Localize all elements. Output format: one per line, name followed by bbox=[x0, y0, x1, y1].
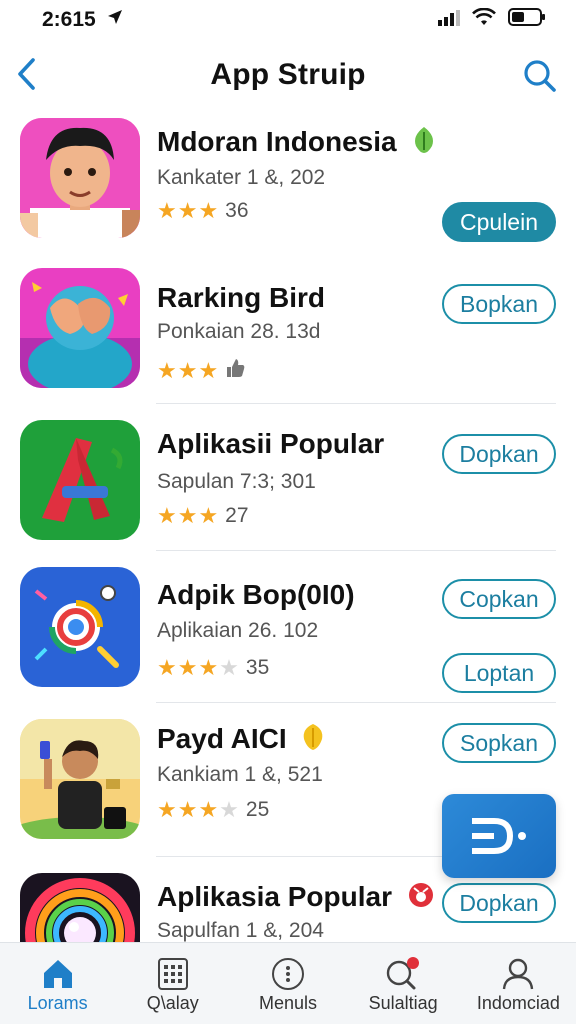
location-arrow-icon bbox=[106, 8, 124, 32]
rating-count: 36 bbox=[225, 199, 249, 222]
star-rating: ★★★ bbox=[157, 358, 220, 383]
app-name: Adpik Bop(0I0) bbox=[157, 579, 355, 610]
battery-icon bbox=[508, 7, 546, 33]
tab-profile[interactable]: Indomciad bbox=[461, 943, 576, 1024]
get-button[interactable]: Bopkan bbox=[442, 284, 556, 324]
star-rating: ★★★ bbox=[157, 503, 220, 528]
tab-menus[interactable]: Menuls bbox=[230, 943, 345, 1024]
search-icon bbox=[384, 955, 422, 993]
tab-label: Menuls bbox=[258, 993, 317, 1013]
signal-icon bbox=[438, 8, 460, 32]
app-name: Mdoran Indonesia bbox=[157, 126, 397, 157]
status-bar: 2:615 bbox=[0, 0, 576, 40]
app-icon-lens bbox=[20, 873, 140, 942]
rating-count: 27 bbox=[225, 504, 249, 527]
home-icon bbox=[41, 955, 75, 993]
app-meta: Kankiam 1 &, 521 bbox=[157, 763, 323, 786]
get-button[interactable]: Cpulein bbox=[442, 202, 556, 242]
tab-home[interactable]: Lorams bbox=[0, 943, 115, 1024]
tab-apps[interactable]: Q\alay bbox=[115, 943, 230, 1024]
tab-label: Sulaltiag bbox=[368, 993, 438, 1013]
thumbs-up-icon bbox=[225, 358, 245, 384]
app-icon-selfie bbox=[20, 719, 140, 839]
floating-app-shortcut[interactable] bbox=[442, 794, 556, 878]
app-rating: ★★★★ 25 bbox=[157, 797, 269, 823]
search-button[interactable] bbox=[518, 54, 562, 98]
app-meta: Kankater 1 &, 202 bbox=[157, 166, 326, 189]
star-rating: ★★★★ bbox=[157, 797, 240, 822]
get-button[interactable]: Sopkan bbox=[442, 723, 556, 763]
page-title: App Struip bbox=[210, 58, 366, 91]
app-name: Aplikasia Popular bbox=[157, 881, 392, 912]
tab-search[interactable]: Sulaltiag bbox=[346, 943, 461, 1024]
wifi-icon bbox=[472, 7, 496, 32]
profile-icon bbox=[501, 955, 535, 993]
app-icon-bird bbox=[20, 268, 140, 388]
app-icon-letter-a bbox=[20, 420, 140, 540]
app-icon-target bbox=[20, 567, 140, 687]
chevron-left-icon bbox=[18, 58, 35, 90]
shield-badge-icon bbox=[302, 723, 324, 758]
app-name: Payd AICI bbox=[157, 723, 287, 754]
tab-label: Q\alay bbox=[146, 993, 199, 1013]
app-meta: Ponkaian 28. 13d bbox=[157, 320, 321, 343]
app-row[interactable]: Adpik Bop(0I0) Aplikaian 26. 102 ★★★★ 35… bbox=[0, 551, 576, 703]
app-rating: ★★★ bbox=[157, 358, 245, 384]
alert-badge-icon bbox=[408, 882, 434, 915]
app-name: Aplikasii Popular bbox=[157, 428, 385, 459]
rating-count: 35 bbox=[245, 656, 270, 679]
tab-label: Indomciad bbox=[476, 993, 560, 1013]
star-rating: ★★★★ bbox=[157, 655, 240, 680]
status-time: 2:615 bbox=[42, 8, 96, 31]
app-icon-portrait bbox=[20, 118, 140, 238]
rating-count: 25 bbox=[245, 798, 270, 821]
tab-label: Lorams bbox=[27, 993, 88, 1013]
get-button[interactable]: Dopkan bbox=[442, 434, 556, 474]
search-icon bbox=[524, 60, 556, 92]
app-meta: Aplikaian 26. 102 bbox=[157, 619, 319, 642]
app-row[interactable]: Rarking Bird Ponkaian 28. 13d ★★★ Bopkan bbox=[0, 258, 576, 404]
tab-bar: Lorams Q\alay Menuls Sulaltiag Indomciad bbox=[0, 942, 576, 1024]
app-rating: ★★★ 27 bbox=[157, 503, 249, 529]
get-button[interactable]: Dopkan bbox=[442, 883, 556, 923]
app-row[interactable]: Aplikasii Popular Sapulan 7:3; 301 ★★★ 2… bbox=[0, 404, 576, 551]
app-rating: ★★★★ 35 bbox=[157, 655, 269, 681]
app-header: App Struip bbox=[0, 44, 576, 106]
secondary-get-button[interactable]: Loptan bbox=[442, 653, 556, 693]
back-button[interactable] bbox=[6, 54, 46, 94]
app-meta: Sapulfan 1 &, 204 bbox=[157, 919, 324, 942]
star-rating: ★★★ bbox=[157, 198, 220, 223]
app-rating: ★★★ 36 bbox=[157, 198, 249, 224]
get-button[interactable]: Copkan bbox=[442, 579, 556, 619]
app-name: Rarking Bird bbox=[157, 282, 326, 313]
leaf-badge-icon bbox=[412, 126, 436, 161]
plug-logo-icon bbox=[472, 818, 526, 854]
app-meta: Sapulan 7:3; 301 bbox=[157, 470, 316, 493]
grid-icon bbox=[157, 955, 189, 993]
app-row[interactable]: Mdoran Indonesia Kankater 1 &, 202 ★★★ 3… bbox=[0, 110, 576, 258]
more-icon bbox=[271, 955, 305, 993]
